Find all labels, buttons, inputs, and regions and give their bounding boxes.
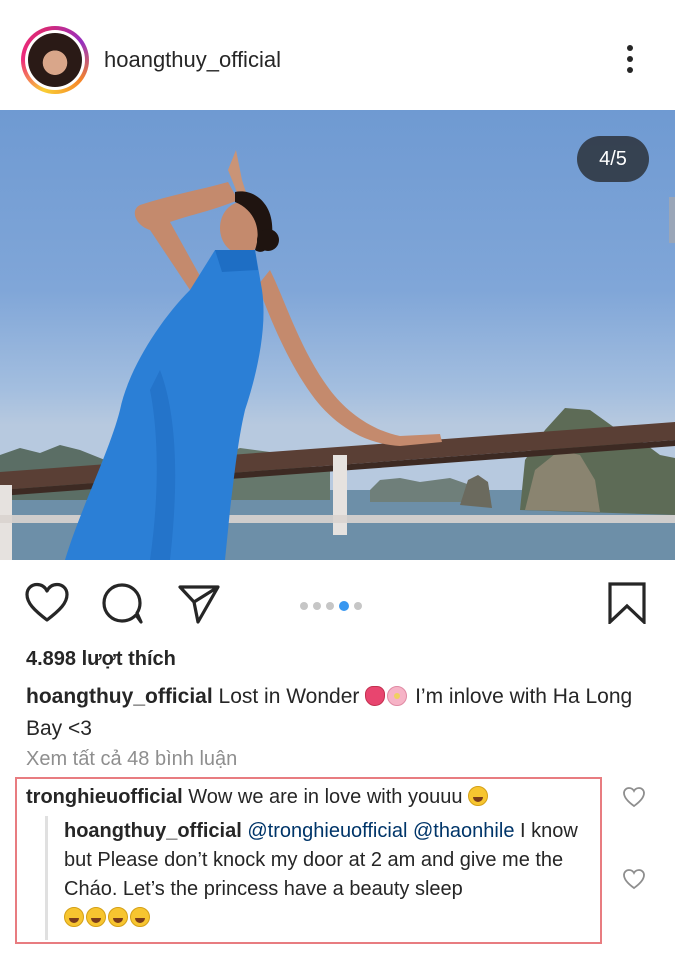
carousel-dot-active <box>339 600 349 611</box>
carousel-dot <box>326 601 334 610</box>
reply-like-heart-icon[interactable] <box>622 868 646 890</box>
two-hearts-emoji-icon <box>365 686 386 706</box>
post-photo[interactable]: 4/5 <box>0 110 675 560</box>
carousel-dot <box>300 601 308 610</box>
carousel-dot <box>313 601 321 610</box>
comment-username[interactable]: tronghieuofficial <box>26 786 183 808</box>
reply-username[interactable]: hoangthuy_official <box>64 820 242 842</box>
laughing-emoji-icon <box>64 907 84 927</box>
blossom-emoji-icon <box>387 686 408 706</box>
carousel-indicator <box>300 597 367 611</box>
action-bar <box>0 560 675 642</box>
mention-link[interactable]: @thaonhile <box>413 820 514 842</box>
joy-emoji-icon <box>108 907 128 927</box>
mention-link[interactable]: @tronghieuofficial <box>247 820 407 842</box>
scrollbar-thumb[interactable] <box>669 197 675 243</box>
send-icon[interactable] <box>176 582 222 624</box>
like-count[interactable]: 4.898 lượt thích <box>26 648 176 671</box>
caption-text-a: Lost in Wonder <box>218 685 360 708</box>
grinning-emoji-icon <box>468 786 489 806</box>
comment-text: Wow we are in love with youuu <box>188 786 463 808</box>
more-options-icon[interactable] <box>616 42 644 78</box>
post-header: hoangthuy_official <box>0 0 675 110</box>
caption-username[interactable]: hoangthuy_official <box>26 685 213 708</box>
comment-item: tronghieuofficial Wow we are in love wit… <box>26 783 490 811</box>
smiley-emoji-icon <box>86 907 106 927</box>
reply-item: hoangthuy_official @tronghieuofficial @t… <box>64 817 604 933</box>
heart-icon[interactable] <box>24 582 70 624</box>
comment-like-heart-icon[interactable] <box>622 786 646 808</box>
avatar[interactable] <box>28 33 82 87</box>
carousel-dot <box>354 601 362 610</box>
view-all-comments-link[interactable]: Xem tất cả 48 bình luận <box>26 748 237 771</box>
bookmark-icon[interactable] <box>604 582 650 626</box>
carousel-counter: 4/5 <box>577 136 649 182</box>
story-ring[interactable] <box>21 26 89 94</box>
post-username[interactable]: hoangthuy_official <box>104 47 281 73</box>
post-caption: hoangthuy_official Lost in Wonder I’m in… <box>26 681 646 745</box>
reply-thread-line <box>45 816 48 940</box>
rofl-emoji-icon <box>130 907 150 927</box>
comment-bubble-icon[interactable] <box>100 582 146 624</box>
